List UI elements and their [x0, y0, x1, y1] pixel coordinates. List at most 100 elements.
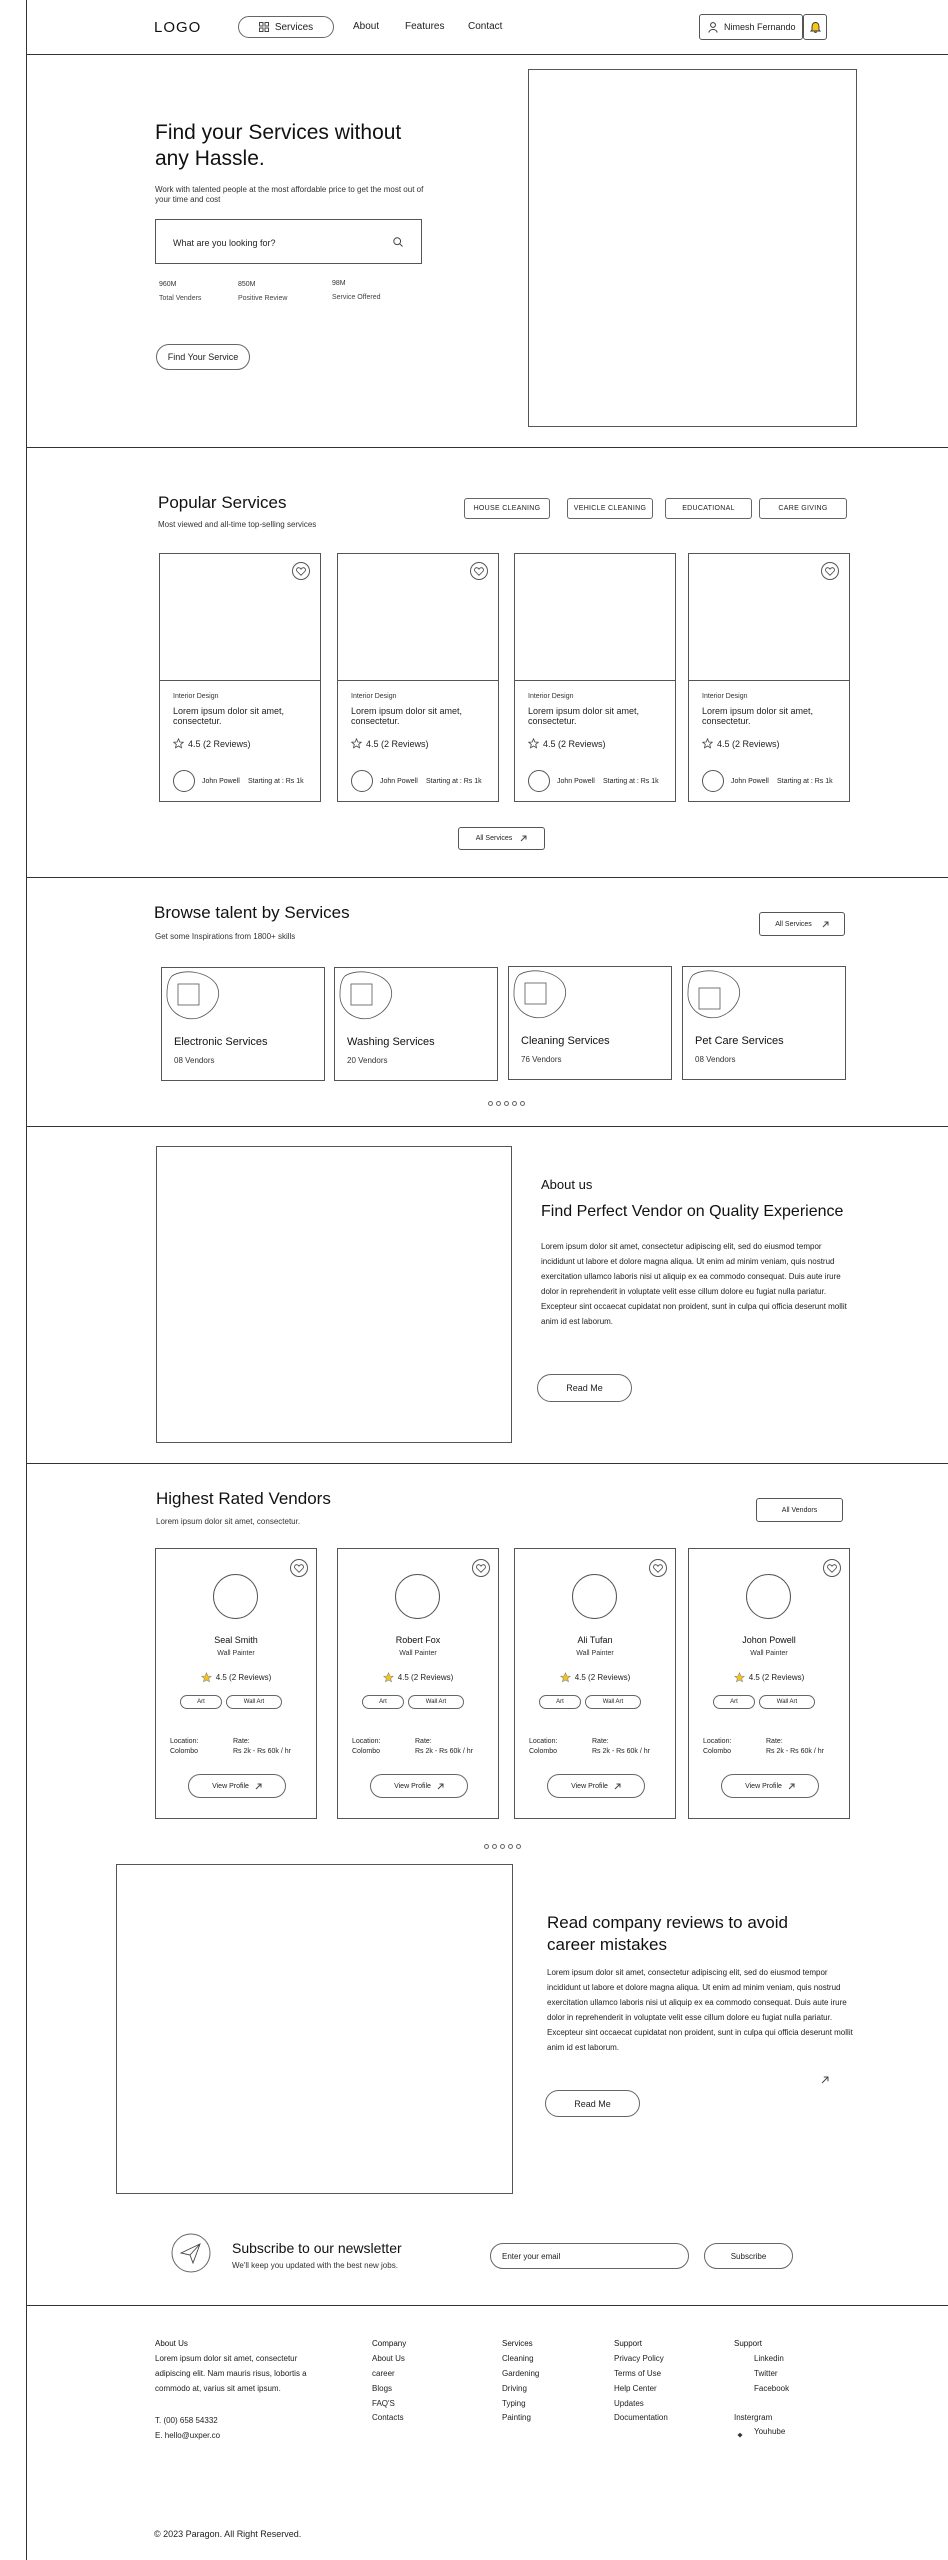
- nav-about[interactable]: About: [353, 21, 379, 32]
- footer-link-linkedin[interactable]: Linkedin: [754, 2354, 784, 2363]
- service-price: Starting at : Rs 1k: [248, 778, 304, 785]
- heart-icon[interactable]: [823, 1559, 841, 1577]
- heart-icon[interactable]: [470, 562, 488, 580]
- footer-link-privacy[interactable]: Privacy Policy: [614, 2354, 664, 2363]
- view-profile-button[interactable]: View Profile: [370, 1774, 468, 1798]
- reviews-read-me-button[interactable]: Read Me: [545, 2090, 640, 2117]
- category-educational[interactable]: EDUCATIONAL: [665, 498, 752, 519]
- star-icon: [559, 1672, 571, 1683]
- hero-search-box[interactable]: What are you looking for?: [155, 219, 422, 264]
- category-house-cleaning[interactable]: HOUSE CLEANING: [464, 498, 550, 519]
- vendor-tag[interactable]: Wall Art: [226, 1695, 282, 1709]
- vendor-card[interactable]: Robert Fox Wall Painter 4.5 (2 Reviews) …: [337, 1548, 499, 1819]
- browse-all-services-button[interactable]: All Services: [759, 912, 845, 936]
- arrow-up-right-icon: [614, 1783, 621, 1789]
- talent-card-washing[interactable]: Washing Services 20 Vendors: [334, 967, 498, 1081]
- footer-link-docs[interactable]: Documentation: [614, 2413, 668, 2422]
- vendor-rating: 4.5 (2 Reviews): [515, 1672, 675, 1683]
- footer-link-youtube[interactable]: Youhube: [754, 2427, 785, 2436]
- category-care-giving[interactable]: CARE GIVING: [759, 498, 847, 519]
- heart-icon[interactable]: [649, 1559, 667, 1577]
- stat-label-vendors: Total Venders: [159, 295, 202, 302]
- footer-link-terms[interactable]: Terms of Use: [614, 2369, 661, 2378]
- hero-title: Find your Services without any Hassle.: [155, 121, 402, 170]
- talent-card-cleaning[interactable]: Cleaning Services 76 Vendors: [508, 966, 672, 1080]
- footer-link-blogs[interactable]: Blogs: [372, 2384, 392, 2393]
- vendor-tag[interactable]: Wall Art: [585, 1695, 641, 1709]
- footer-link-typing[interactable]: Typing: [502, 2399, 526, 2408]
- view-profile-button[interactable]: View Profile: [188, 1774, 286, 1798]
- service-category: Interior Design: [173, 693, 219, 700]
- service-card[interactable]: Interior Design Lorem ipsum dolor sit am…: [159, 553, 321, 802]
- heart-icon[interactable]: [292, 562, 310, 580]
- subscribe-button[interactable]: Subscribe: [704, 2243, 793, 2269]
- footer-link-help[interactable]: Help Center: [614, 2384, 657, 2393]
- footer-link-updates[interactable]: Updates: [614, 2399, 644, 2408]
- hero-divider: [27, 447, 948, 448]
- view-profile-button[interactable]: View Profile: [547, 1774, 645, 1798]
- popular-divider: [27, 877, 948, 878]
- vendor-tag[interactable]: Art: [539, 1695, 581, 1709]
- find-service-button[interactable]: Find Your Service: [156, 344, 250, 370]
- footer-link-twitter[interactable]: Twitter: [754, 2369, 778, 2378]
- stat-value-services: 98M: [332, 280, 346, 287]
- service-illustration-icon: [339, 971, 392, 1020]
- star-icon: [382, 1672, 394, 1683]
- arrow-up-right-icon: [788, 1783, 795, 1789]
- service-description: Lorem ipsum dolor sit amet, consectetur.: [528, 706, 640, 726]
- vendor-card[interactable]: Ali Tufan Wall Painter 4.5 (2 Reviews) A…: [514, 1548, 676, 1819]
- vendor-tag[interactable]: Art: [713, 1695, 755, 1709]
- service-illustration-icon: [687, 970, 740, 1019]
- footer-link-faq[interactable]: FAQ'S: [372, 2399, 395, 2408]
- footer-divider: [27, 2305, 948, 2306]
- footer-link-gardening[interactable]: Gardening: [502, 2369, 539, 2378]
- vendor-tag[interactable]: Wall Art: [408, 1695, 464, 1709]
- footer-link-instagram[interactable]: Instergram: [734, 2413, 772, 2422]
- reviews-image: [116, 1864, 513, 2194]
- footer-link-career[interactable]: career: [372, 2369, 395, 2378]
- nav-contact[interactable]: Contact: [468, 21, 502, 32]
- talent-card-electronic[interactable]: Electronic Services 08 Vendors: [161, 967, 325, 1081]
- vendor-tag[interactable]: Art: [180, 1695, 222, 1709]
- category-vehicle-cleaning[interactable]: VEHICLE CLEANING: [567, 498, 653, 519]
- footer-email[interactable]: E. hello@uxper.co: [155, 2431, 220, 2440]
- vendor-card[interactable]: Johon Powell Wall Painter 4.5 (2 Reviews…: [688, 1548, 850, 1819]
- popular-subtitle: Most viewed and all-time top-selling ser…: [158, 520, 317, 529]
- bell-icon: [809, 22, 821, 33]
- footer-link-about[interactable]: About Us: [372, 2354, 405, 2363]
- arrow-up-right-icon[interactable]: [821, 2076, 829, 2084]
- page: LOGO Services About Features Contact Nim…: [26, 0, 948, 2560]
- heart-icon[interactable]: [472, 1559, 490, 1577]
- footer-link-painting[interactable]: Painting: [502, 2413, 531, 2422]
- talent-card-pet-care[interactable]: Pet Care Services 08 Vendors: [682, 966, 846, 1080]
- user-button[interactable]: Nimesh Fernando: [699, 14, 803, 40]
- footer-link-cleaning[interactable]: Cleaning: [502, 2354, 534, 2363]
- search-input[interactable]: What are you looking for?: [173, 238, 276, 248]
- all-services-button[interactable]: All Services: [458, 827, 545, 850]
- view-profile-button[interactable]: View Profile: [721, 1774, 819, 1798]
- vendor-name: Seal Smith: [214, 1635, 258, 1645]
- footer-phone[interactable]: T. (00) 658 54332: [155, 2416, 218, 2425]
- nav-features[interactable]: Features: [405, 21, 444, 32]
- heart-icon[interactable]: [821, 562, 839, 580]
- service-card[interactable]: Interior Design Lorem ipsum dolor sit am…: [514, 553, 676, 802]
- about-divider: [27, 1463, 948, 1464]
- vendors-pagination[interactable]: [484, 1844, 521, 1849]
- vendor-card[interactable]: Seal Smith Wall Painter 4.5 (2 Reviews) …: [155, 1548, 317, 1819]
- service-card[interactable]: Interior Design Lorem ipsum dolor sit am…: [337, 553, 499, 802]
- footer-link-contacts[interactable]: Contacts: [372, 2413, 404, 2422]
- about-read-me-button[interactable]: Read Me: [537, 1374, 632, 1402]
- all-vendors-button[interactable]: All Vendors: [756, 1498, 843, 1522]
- nav-services[interactable]: Services: [238, 16, 334, 38]
- footer-link-driving[interactable]: Driving: [502, 2384, 527, 2393]
- vendor-tag[interactable]: Wall Art: [759, 1695, 815, 1709]
- browse-pagination[interactable]: [488, 1101, 525, 1106]
- logo[interactable]: LOGO: [154, 19, 201, 36]
- heart-icon[interactable]: [290, 1559, 308, 1577]
- footer-link-facebook[interactable]: Facebook: [754, 2384, 789, 2393]
- vendor-tag[interactable]: Art: [362, 1695, 404, 1709]
- service-card[interactable]: Interior Design Lorem ipsum dolor sit am…: [688, 553, 850, 802]
- search-icon[interactable]: [393, 237, 403, 247]
- newsletter-email-input[interactable]: Enter your email: [490, 2243, 689, 2269]
- notification-button[interactable]: [803, 14, 827, 40]
